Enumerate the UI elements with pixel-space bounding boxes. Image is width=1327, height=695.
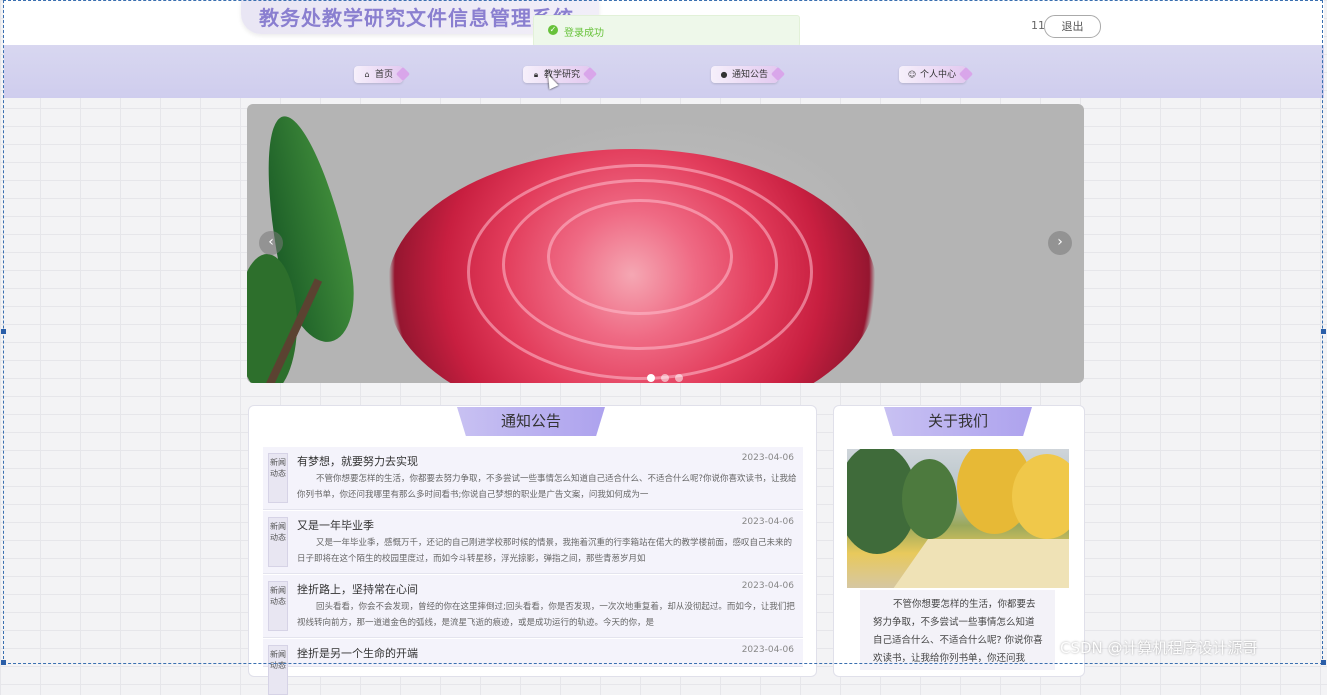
tree-shape xyxy=(902,459,957,539)
resize-handle[interactable] xyxy=(1321,660,1326,665)
news-item[interactable]: 新闻动态 又是一年毕业季 2023-04-06 又是一年毕业季，感慨万千，还记的… xyxy=(263,511,803,574)
carousel-dot[interactable] xyxy=(661,374,669,382)
news-title[interactable]: 挫折路上，坚持常在心间 xyxy=(297,581,418,597)
nav-label: 首页 xyxy=(375,70,394,80)
carousel-next-button[interactable]: › xyxy=(1048,231,1072,255)
news-title[interactable]: 有梦想，就要努力去实现 xyxy=(297,453,418,469)
news-item[interactable]: 新闻动态 有梦想，就要努力去实现 2023-04-06 不管你想要怎样的生活，你… xyxy=(263,447,803,510)
site-title: 教务处教学研究文件信息管理系统 xyxy=(259,6,574,30)
main-nav: ⌂ 首页 🔒︎ 教学研究 ● 通知公告 ☺ 个人中心 xyxy=(4,45,1324,98)
nav-label: 个人中心 xyxy=(920,70,957,80)
news-date: 2023-04-06 xyxy=(741,453,794,463)
news-tag: 新闻动态 xyxy=(268,453,288,503)
news-date: 2023-04-06 xyxy=(741,517,794,527)
carousel-dot[interactable] xyxy=(675,374,683,382)
nav-item-profile[interactable]: ☺ 个人中心 xyxy=(899,66,967,83)
news-item[interactable]: 新闻动态 挫折路上，坚持常在心间 2023-04-06 回头看看，你会不会发现，… xyxy=(263,575,803,638)
news-item[interactable]: 新闻动态 挫折是另一个生命的开端 2023-04-06 xyxy=(263,639,803,695)
carousel-indicators xyxy=(647,367,689,383)
nav-label: 通知公告 xyxy=(732,70,769,80)
resize-handle[interactable] xyxy=(1321,329,1326,334)
news-summary: 又是一年毕业季，感慨万千，还记的自己刚进学校那时候的情景，我拖着沉重的行李箱站在… xyxy=(297,538,793,564)
nav-item-home[interactable]: ⌂ 首页 xyxy=(354,66,404,83)
about-text: 不管你想要怎样的生活，你都要去努力争取，不多尝试一些事情怎么知道自己适合什么、不… xyxy=(873,599,1043,664)
news-tag: 新闻动态 xyxy=(268,645,288,695)
check-circle-icon: ✓ xyxy=(548,25,558,35)
news-date: 2023-04-06 xyxy=(741,645,794,655)
news-summary: 回头看看，你会不会发现，曾经的你在这里摔倒过;回头看看，你是否发现，一次次地重复… xyxy=(297,602,795,628)
home-icon: ⌂ xyxy=(364,70,370,79)
login-success-toast: ✓ 登录成功 xyxy=(533,15,800,47)
user-name: 11 xyxy=(1031,19,1045,32)
info-icon: ● xyxy=(720,70,728,79)
news-title[interactable]: 又是一年毕业季 xyxy=(297,517,374,533)
tree-shape xyxy=(1012,454,1069,539)
user-icon: ☺ xyxy=(907,70,917,79)
resize-handle[interactable] xyxy=(1,660,6,665)
about-heading: 关于我们 xyxy=(884,407,1032,436)
toast-message: 登录成功 xyxy=(564,28,604,39)
campus-photo-image xyxy=(847,449,1069,588)
notice-heading: 通知公告 xyxy=(457,407,605,436)
resize-handle[interactable] xyxy=(1,329,6,334)
path-shape xyxy=(885,539,1069,588)
news-tag: 新闻动态 xyxy=(268,581,288,631)
nav-item-notice[interactable]: ● 通知公告 xyxy=(711,66,779,83)
news-summary: 不管你想要怎样的生活，你都要去努力争取，不多尝试一些事情怎么知道自己适合什么、不… xyxy=(297,474,797,500)
news-tag: 新闻动态 xyxy=(268,517,288,567)
petal-shape xyxy=(467,164,813,380)
news-title[interactable]: 挫折是另一个生命的开端 xyxy=(297,645,418,661)
carousel-dot[interactable] xyxy=(647,374,655,382)
watermark: CSDN @计算机程序设计源哥 xyxy=(1060,639,1258,657)
lock-icon: 🔒︎ xyxy=(533,70,539,79)
logout-button[interactable]: 退出 xyxy=(1044,15,1101,38)
banner-carousel[interactable]: ‹ › xyxy=(247,104,1084,383)
carousel-prev-button[interactable]: ‹ xyxy=(259,231,283,255)
news-date: 2023-04-06 xyxy=(741,581,794,591)
